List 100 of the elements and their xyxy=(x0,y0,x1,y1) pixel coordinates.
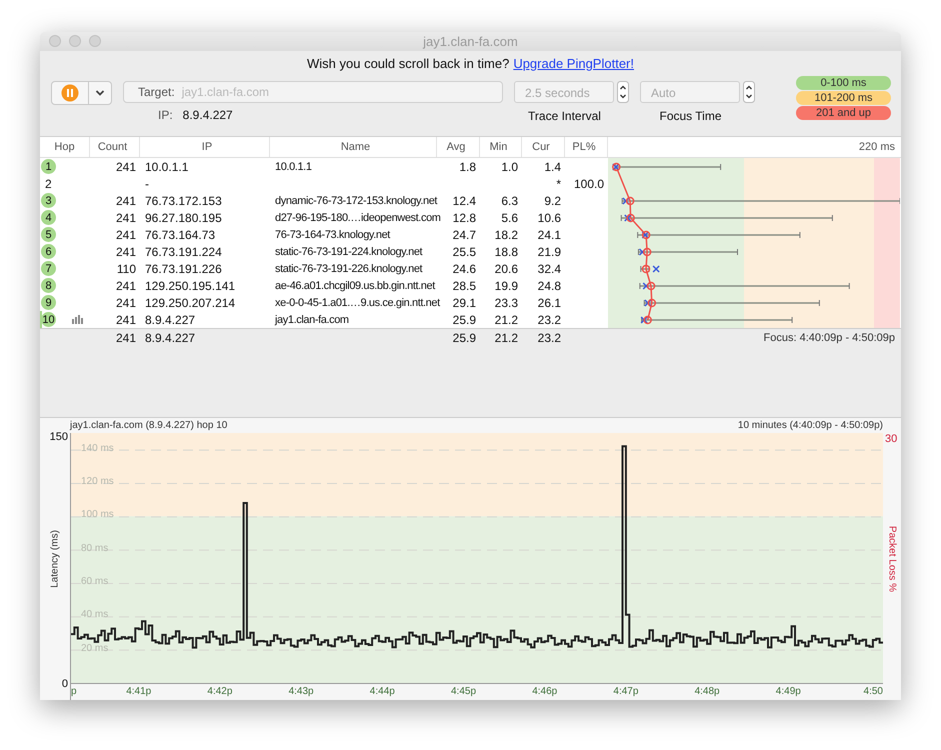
table-row[interactable]: 6 241 76.73.191.224 static-76-73-191-224.knology.net 25.5 18.8 21.9 xyxy=(40,243,608,260)
table-row[interactable]: 8 241 129.250.195.141 ae-46.a01.chcgil09.us.bb.gin.ntt.net 28.5 19.9 24.8 xyxy=(40,277,608,294)
gridline-label: 100 ms xyxy=(81,509,114,520)
focus-range: Focus: 4:40:09p - 4:50:09p xyxy=(764,332,896,344)
table-cell: 23.2 xyxy=(538,312,561,326)
legend-pill: 0-100 ms xyxy=(796,76,891,90)
target-field[interactable]: Target: jay1.clan-fa.com xyxy=(123,80,503,102)
table-cell: ae-46.a01.chcgil09.us.bb.gin.ntt.net xyxy=(275,280,435,292)
y-axis-min: 0 xyxy=(62,678,68,690)
summary-cell: 23.2 xyxy=(538,331,561,345)
table-row[interactable]: 3 241 76.73.172.153 dynamic-76-73-172-153.knology.net 12.4 6.3 9.2 xyxy=(40,192,608,209)
table-cell: 19.9 xyxy=(494,278,518,292)
table-cell: d27-96-195-180.…ideopenwest.com xyxy=(275,212,441,224)
hop-number: 8 xyxy=(41,278,56,293)
table-cell: 21.2 xyxy=(494,312,518,326)
table-row[interactable]: 10 241 8.9.4.227 jay1.clan-fa.com 25.9 21.2 23.2 xyxy=(40,311,608,328)
summary-cell: 8.9.4.227 xyxy=(145,331,196,345)
table-cell: 10.0.1.1 xyxy=(145,160,188,174)
table-cell: 24.7 xyxy=(452,228,476,242)
table-cell: 241 xyxy=(116,278,136,292)
table-row[interactable]: 5 241 76.73.164.73 76-73-164-73.knology.net 24.7 18.2 24.1 xyxy=(40,226,608,243)
table-cell: 241 xyxy=(116,194,136,208)
table-cell: 10.0.1.1 xyxy=(275,160,312,172)
table-cell: 32.4 xyxy=(538,262,561,276)
y-axis-max: 150 xyxy=(50,431,68,443)
hop-number: 7 xyxy=(41,261,56,276)
stepper-icon[interactable] xyxy=(617,80,629,102)
banner-text: Wish you could scroll back in time? xyxy=(307,56,510,70)
column-header[interactable]: Avg xyxy=(437,137,480,157)
time-range: 10 minutes (4:40:09p - 4:50:09p) xyxy=(738,420,883,433)
table-row[interactable]: 2 - * 100.0 xyxy=(40,175,608,192)
bar-chart-icon[interactable] xyxy=(72,315,83,324)
graph-scale: 220 ms xyxy=(858,140,896,155)
column-header[interactable]: Name xyxy=(270,137,437,157)
column-header[interactable]: Hop xyxy=(40,137,90,157)
table-cell: 23.3 xyxy=(494,296,518,310)
gridline-label: 80 ms xyxy=(81,542,108,554)
table-cell: 10.6 xyxy=(538,210,561,224)
table-cell: 241 xyxy=(116,312,136,326)
table-cell: 76-73-164-73.knology.net xyxy=(275,228,390,240)
table-cell: 129.250.207.214 xyxy=(145,296,236,310)
ip-label: IP: xyxy=(158,108,173,122)
table-cell: 26.1 xyxy=(538,296,561,310)
x-axis-label: 4:44p xyxy=(370,686,395,697)
target-value: jay1.clan-fa.com xyxy=(182,84,270,98)
table-cell: static-76-73-191-226.knology.net xyxy=(275,262,422,274)
hop-number: 2 xyxy=(45,176,52,190)
table-cell: 241 xyxy=(116,244,136,258)
table-cell: 241 xyxy=(116,296,136,310)
table-cell: 241 xyxy=(116,210,136,224)
column-header[interactable]: Min xyxy=(480,137,522,157)
upgrade-link[interactable]: Upgrade PingPlotter! xyxy=(513,56,634,70)
x-axis-label: 4:41p xyxy=(126,686,152,697)
table-row[interactable]: 7 110 76.73.191.226 static-76-73-191-226.knology.net 24.6 20.6 32.4 xyxy=(40,260,608,277)
table-cell: 110 xyxy=(116,262,136,276)
hop-number: 4 xyxy=(41,210,56,225)
table-cell: 25.9 xyxy=(452,312,476,326)
loss-axis-title: Packet Loss % xyxy=(886,525,898,592)
hop-number: 9 xyxy=(41,295,56,310)
table-cell: 100.0 xyxy=(574,176,604,190)
table-cell: 8.9.4.227 xyxy=(145,312,196,326)
table-cell: 6.3 xyxy=(501,194,518,208)
table-cell: 24.6 xyxy=(452,262,476,276)
window-title: jay1.clan-fa.com xyxy=(423,34,518,49)
table-cell: 76.73.191.224 xyxy=(145,244,222,258)
table-row[interactable]: 9 241 129.250.207.214 xe-0-0-45-1.a01.…9.us.ce.gin.ntt.net 29.1 23.3 26.1 xyxy=(40,294,608,311)
summary-cell: 241 xyxy=(116,331,136,345)
table-cell: 76.73.164.73 xyxy=(145,228,216,242)
table-cell: 24.1 xyxy=(538,228,561,242)
legend-pill: 201 and up xyxy=(796,106,891,120)
table-row[interactable]: 4 241 96.27.180.195 d27-96-195-180.…ideopenwest.com 12.8 5.6 10.6 xyxy=(40,209,608,226)
chart-title: jay1.clan-fa.com (8.9.4.227) hop 10 xyxy=(70,420,228,433)
x-axis-label: p xyxy=(71,686,77,697)
x-axis-label: 4:43p xyxy=(288,686,314,697)
column-header[interactable]: PL% xyxy=(565,137,608,157)
gridline-label: 60 ms xyxy=(81,576,108,587)
loss-axis-max: 30 xyxy=(885,433,898,445)
hop-number: 10 xyxy=(41,312,56,327)
hop-number: 1 xyxy=(41,159,56,174)
table-cell: 76.73.172.153 xyxy=(145,194,222,208)
column-header[interactable]: Cur xyxy=(522,137,565,157)
table-cell: static-76-73-191-224.knology.net xyxy=(275,246,422,258)
summary-cell: 21.2 xyxy=(494,331,518,345)
table-cell: 24.8 xyxy=(538,278,561,292)
table-cell: 1.8 xyxy=(459,160,476,174)
stepper-icon[interactable] xyxy=(743,80,755,102)
table-cell: 96.27.180.195 xyxy=(145,210,222,224)
table-cell: 5.6 xyxy=(501,210,518,224)
table-cell: 20.6 xyxy=(494,262,518,276)
field-label: Trace Interval xyxy=(528,108,601,122)
table-cell: 12.8 xyxy=(452,210,476,224)
chevron-icon xyxy=(95,88,105,96)
table-cell: 29.1 xyxy=(452,296,476,310)
summary-cell: 25.9 xyxy=(452,331,476,345)
x-axis-label: 4:48p xyxy=(694,686,720,697)
x-axis-label: 4:45p xyxy=(451,686,476,697)
column-header[interactable]: IP xyxy=(140,137,270,157)
column-header[interactable]: Count xyxy=(90,137,140,157)
table-cell: * xyxy=(556,176,561,190)
table-row[interactable]: 1 241 10.0.1.1 10.0.1.1 1.8 1.0 1.4 xyxy=(40,158,608,175)
